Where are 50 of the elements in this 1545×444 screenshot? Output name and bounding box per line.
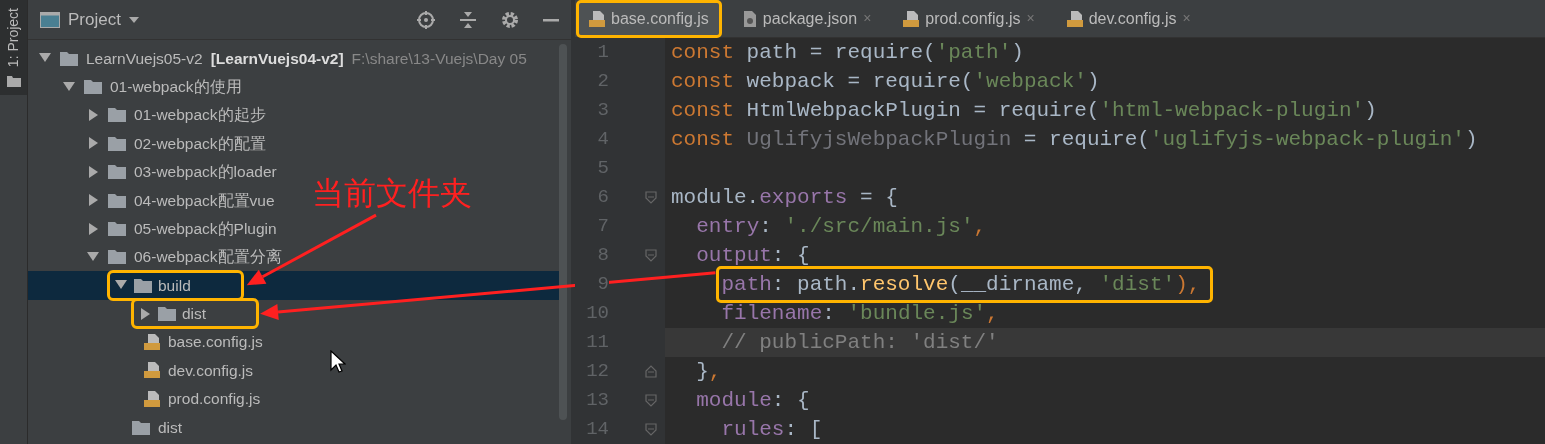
tree-item[interactable]: dist	[28, 299, 257, 328]
tree-item[interactable]: dev.config.js	[28, 356, 253, 385]
tree-label: 02-webpack的配置	[134, 133, 266, 154]
editor-tab[interactable]: prod.config.js ×	[893, 2, 1045, 35]
code-line: // publicPath: 'dist/'	[720, 329, 1000, 356]
tree-item[interactable]: build	[28, 271, 559, 300]
tree-item[interactable]: base.config.js	[28, 327, 263, 357]
tree-label: build	[158, 275, 191, 296]
tree-label: 04-webpack配置vue	[134, 190, 275, 211]
annotation-label: 当前文件夹	[312, 176, 472, 212]
code-line: rules: [	[720, 416, 824, 443]
code-line: module.exports = {	[670, 184, 899, 211]
tree-item[interactable]: 05-webpack的Plugin	[28, 214, 277, 243]
tree-item[interactable]: 04-webpack配置vue	[28, 185, 275, 215]
code-line: output: {	[695, 242, 811, 269]
tree-label: 01-webpack的使用	[110, 76, 242, 97]
folder-path: F:\share\13-Vuejs\Day 05	[351, 48, 527, 69]
module-name: [LearnVuejs04-v2]	[210, 48, 344, 69]
tree-label: dist	[158, 417, 183, 438]
tree-label: prod.config.js	[168, 389, 261, 410]
code-line: const UglifyjsWebpackPlugin = require('uglifyjs-webpack-plugin')	[670, 126, 1479, 153]
editor-tab[interactable]: package.json ×	[730, 2, 882, 35]
project-tool-tab[interactable]: 1: Project	[0, 0, 27, 96]
tree-item[interactable]: 03-webpack的loader	[28, 157, 277, 186]
tree-label: LearnVuejs05-v2	[86, 48, 203, 69]
tree-label: 06-webpack配置分离	[134, 247, 282, 268]
code-line: const HtmlWebpackPlugin = require('html-webpack-plugin')	[670, 97, 1378, 124]
editor-tab[interactable]: base.config.js	[579, 2, 719, 35]
tree-label: 05-webpack的Plugin	[134, 218, 277, 239]
tree-label: dist	[182, 304, 207, 325]
editor-tab[interactable]: dev.config.js ×	[1056, 2, 1201, 35]
code-line: const path = require('path')	[670, 39, 1025, 66]
code-line: module: {	[695, 387, 811, 414]
code-line: entry: './src/main.js',	[695, 213, 988, 240]
tree-label: dev.config.js	[168, 360, 253, 381]
code-line: const webpack = require('webpack')	[670, 68, 1101, 95]
tree-label: 03-webpack的loader	[134, 162, 277, 183]
code-line: path: path.resolve(__dirname, 'dist'),	[719, 268, 1211, 301]
tree-item[interactable]: LearnVuejs05-v2 [LearnVuejs04-v2] F:\share\13-Vuejs\Day 05	[28, 44, 527, 73]
tree-item[interactable]: dist	[28, 413, 183, 442]
panel-title: Project	[68, 8, 121, 31]
code-line: },	[695, 358, 723, 385]
tree-item[interactable]: prod.config.js	[28, 384, 261, 414]
tree-item[interactable]: 02-webpack的配置	[28, 129, 266, 158]
code-line: filename: 'bundle.js',	[720, 300, 1000, 327]
tree-item[interactable]: 01-webpack的使用	[28, 72, 242, 101]
tree-item[interactable]: 06-webpack配置分离	[28, 242, 282, 272]
tree-label: 01-webpack的起步	[134, 105, 266, 126]
tree-label: base.config.js	[168, 332, 263, 353]
tree-item[interactable]: 01-webpack的起步	[28, 100, 266, 130]
